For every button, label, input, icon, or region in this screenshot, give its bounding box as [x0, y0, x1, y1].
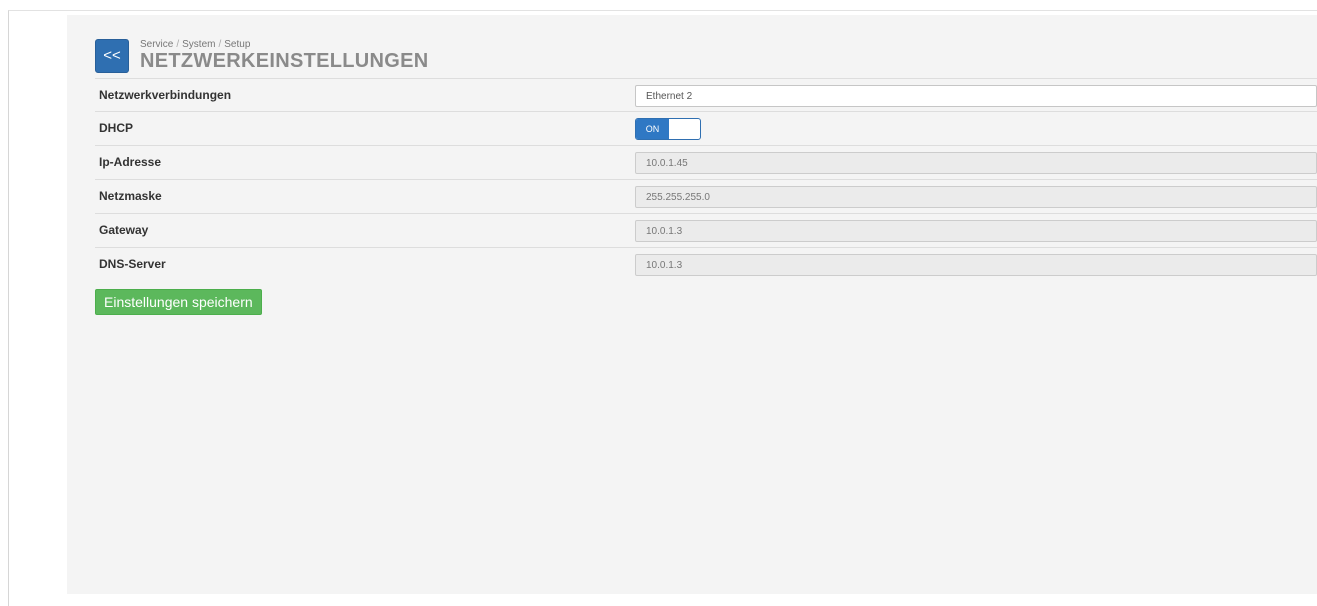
breadcrumb-separator: / [218, 39, 222, 50]
breadcrumb-item-system[interactable]: System [182, 39, 215, 50]
dhcp-toggle[interactable]: ON [635, 118, 701, 140]
dhcp-label: DHCP [99, 121, 134, 135]
netmask-label: Netzmaske [99, 189, 162, 203]
back-button[interactable]: << [95, 39, 129, 73]
network-settings-form: Netzwerkverbindungen DHCP ON Ip-Adresse … [95, 78, 1317, 281]
settings-panel: << Service / System / Setup NETZWERKEINSTELL… [67, 15, 1317, 594]
page-title: NETZWERKEINSTELLUNGEN [140, 50, 429, 72]
ip-address-field[interactable] [635, 152, 1317, 174]
breadcrumb-separator: / [176, 39, 180, 50]
form-row-ip-address: Ip-Adresse [95, 145, 1317, 179]
form-row-network-connection: Netzwerkverbindungen [95, 78, 1317, 111]
network-connection-field[interactable] [635, 85, 1317, 107]
netmask-field[interactable] [635, 186, 1317, 208]
breadcrumb-item-service[interactable]: Service [140, 39, 173, 50]
network-connection-label: Netzwerkverbindungen [99, 88, 232, 102]
gateway-field[interactable] [635, 220, 1317, 242]
dns-server-field[interactable] [635, 254, 1317, 276]
breadcrumb: Service / System / Setup [140, 39, 250, 50]
save-settings-button[interactable]: Einstellungen speichern [95, 289, 262, 315]
form-row-dns-server: DNS-Server [95, 247, 1317, 281]
form-row-gateway: Gateway [95, 213, 1317, 247]
dns-server-label: DNS-Server [99, 257, 166, 271]
breadcrumb-item-setup: Setup [224, 39, 251, 50]
form-row-netmask: Netzmaske [95, 179, 1317, 213]
gateway-label: Gateway [99, 223, 149, 237]
ip-address-label: Ip-Adresse [99, 155, 162, 169]
form-row-dhcp: DHCP ON [95, 111, 1317, 145]
dhcp-toggle-on-label: ON [636, 119, 669, 139]
